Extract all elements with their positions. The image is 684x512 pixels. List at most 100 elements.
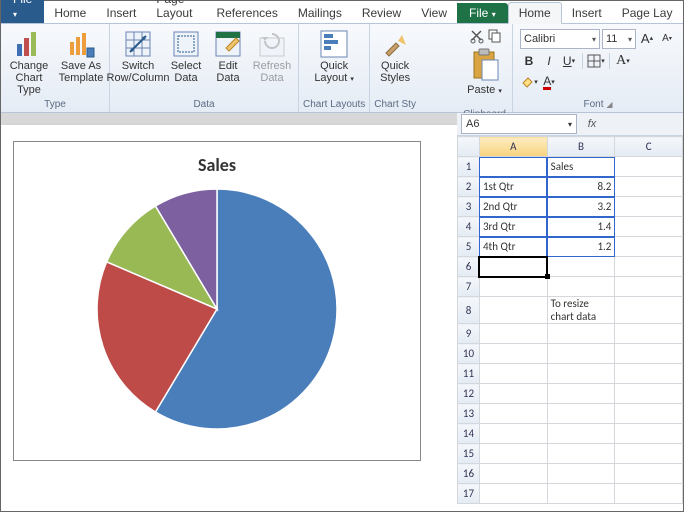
cell-C16[interactable] xyxy=(615,464,683,484)
tab-review[interactable]: Review xyxy=(352,3,411,23)
cell-A3[interactable]: 2nd Qtr xyxy=(479,197,547,217)
worksheet-grid[interactable]: ABC1Sales21st Qtr8.232nd Qtr3.243rd Qtr1… xyxy=(457,136,683,511)
row-header-9[interactable]: 9 xyxy=(458,324,480,344)
grow-font-icon[interactable]: A▴ xyxy=(638,29,656,47)
italic-icon[interactable]: I xyxy=(540,52,558,70)
cell-C4[interactable] xyxy=(615,217,683,237)
file-tab[interactable]: File ▾ xyxy=(1,0,44,23)
row-header-12[interactable]: 12 xyxy=(458,384,480,404)
cell-B9[interactable] xyxy=(547,324,615,344)
cell-A14[interactable] xyxy=(479,424,547,444)
shrink-font-icon[interactable]: A▾ xyxy=(658,29,676,47)
col-header-C[interactable]: C xyxy=(615,137,683,157)
cell-C10[interactable] xyxy=(615,344,683,364)
cell-A15[interactable] xyxy=(479,444,547,464)
row-header-1[interactable]: 1 xyxy=(458,157,480,177)
cell-A16[interactable] xyxy=(479,464,547,484)
tab-page-layout[interactable]: Page Lay xyxy=(612,3,683,23)
tab-home[interactable]: Home xyxy=(44,3,96,23)
row-header-5[interactable]: 5 xyxy=(458,237,480,257)
cell-A8[interactable] xyxy=(479,297,547,324)
tab-mailings[interactable]: Mailings xyxy=(288,3,352,23)
font-size-dropdown[interactable]: 11▾ xyxy=(602,29,636,49)
tab-page-layout[interactable]: Page Layout xyxy=(146,0,206,23)
row-header-2[interactable]: 2 xyxy=(458,177,480,197)
cell-C6[interactable] xyxy=(615,257,683,277)
row-header-11[interactable]: 11 xyxy=(458,364,480,384)
cell-A9[interactable] xyxy=(479,324,547,344)
font-name-dropdown[interactable]: Calibri▾ xyxy=(520,29,600,49)
border-icon[interactable]: ▾ xyxy=(587,52,605,70)
save-as-template-button[interactable]: Save As Template xyxy=(57,26,105,84)
row-header-16[interactable]: 16 xyxy=(458,464,480,484)
cell-A6[interactable] xyxy=(479,257,547,277)
cell-A2[interactable]: 1st Qtr xyxy=(479,177,547,197)
cell-A10[interactable] xyxy=(479,344,547,364)
col-header-B[interactable]: B xyxy=(547,137,615,157)
row-header-10[interactable]: 10 xyxy=(458,344,480,364)
cell-B3[interactable]: 3.2 xyxy=(547,197,615,217)
cell-C1[interactable] xyxy=(615,157,683,177)
underline-icon[interactable]: U▾ xyxy=(560,52,578,70)
cell-B2[interactable]: 8.2 xyxy=(547,177,615,197)
cell-A7[interactable] xyxy=(479,277,547,297)
tab-home[interactable]: Home xyxy=(508,2,562,24)
cell-C15[interactable] xyxy=(615,444,683,464)
cell-A12[interactable] xyxy=(479,384,547,404)
cut-icon[interactable] xyxy=(469,28,485,44)
cell-B13[interactable] xyxy=(547,404,615,424)
cell-B12[interactable] xyxy=(547,384,615,404)
tab-insert[interactable]: Insert xyxy=(96,3,146,23)
name-box[interactable]: A6▾ xyxy=(461,114,577,134)
cell-B4[interactable]: 1.4 xyxy=(547,217,615,237)
cell-B5[interactable]: 1.2 xyxy=(547,237,615,257)
cell-B14[interactable] xyxy=(547,424,615,444)
cell-B7[interactable] xyxy=(547,277,615,297)
cell-A17[interactable] xyxy=(479,484,547,504)
edit-data-button[interactable]: Edit Data xyxy=(210,26,246,84)
change-chart-type-button[interactable]: Change Chart Type xyxy=(5,26,53,96)
row-header-3[interactable]: 3 xyxy=(458,197,480,217)
tab-references[interactable]: References xyxy=(206,3,287,23)
row-header-13[interactable]: 13 xyxy=(458,404,480,424)
cell-B17[interactable] xyxy=(547,484,615,504)
row-header-8[interactable]: 8 xyxy=(458,297,480,324)
chart-frame[interactable]: Sales xyxy=(13,141,421,461)
cell-B16[interactable] xyxy=(547,464,615,484)
tab-insert[interactable]: Insert xyxy=(562,3,612,23)
cell-C7[interactable] xyxy=(615,277,683,297)
cell-C8[interactable] xyxy=(615,297,683,324)
cell-C2[interactable] xyxy=(615,177,683,197)
cell-A13[interactable] xyxy=(479,404,547,424)
refresh-data-button[interactable]: Refresh Data xyxy=(250,26,294,84)
cell-C12[interactable] xyxy=(615,384,683,404)
row-header-17[interactable]: 17 xyxy=(458,484,480,504)
font-letter-icon[interactable]: A▾ xyxy=(614,52,632,70)
cell-B11[interactable] xyxy=(547,364,615,384)
cell-A4[interactable]: 3rd Qtr xyxy=(479,217,547,237)
bold-icon[interactable]: B xyxy=(520,52,538,70)
copy-icon[interactable] xyxy=(487,28,503,44)
row-header-14[interactable]: 14 xyxy=(458,424,480,444)
cell-B1[interactable]: Sales xyxy=(547,157,615,177)
row-header-6[interactable]: 6 xyxy=(458,257,480,277)
cell-C17[interactable] xyxy=(615,484,683,504)
cell-B10[interactable] xyxy=(547,344,615,364)
cell-C11[interactable] xyxy=(615,364,683,384)
cell-A11[interactable] xyxy=(479,364,547,384)
cell-C9[interactable] xyxy=(615,324,683,344)
cell-A1[interactable] xyxy=(479,157,547,177)
fill-color-icon[interactable]: ▾ xyxy=(520,73,538,91)
col-header-A[interactable]: A xyxy=(479,137,547,157)
cell-A5[interactable]: 4th Qtr xyxy=(479,237,547,257)
paste-button[interactable]: Paste ▾ xyxy=(462,48,508,108)
cell-C14[interactable] xyxy=(615,424,683,444)
fx-icon[interactable]: fx xyxy=(583,118,601,130)
cell-C13[interactable] xyxy=(615,404,683,424)
row-header-15[interactable]: 15 xyxy=(458,444,480,464)
cell-B8[interactable]: To resize chart data xyxy=(547,297,615,324)
cell-C5[interactable] xyxy=(615,237,683,257)
row-header-4[interactable]: 4 xyxy=(458,217,480,237)
font-color-icon[interactable]: A▾ xyxy=(540,73,558,91)
cell-B15[interactable] xyxy=(547,444,615,464)
